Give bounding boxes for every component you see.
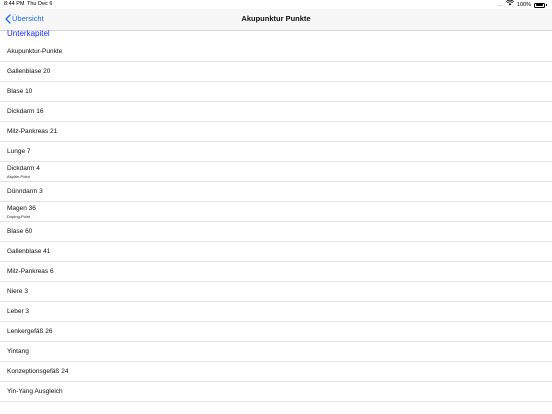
battery-tip [546, 4, 547, 6]
list-item[interactable]: Dickdarm 4 Aspirin-Point [0, 162, 552, 182]
list-item[interactable]: Lunge 7 [0, 142, 552, 162]
list-item[interactable]: Gallenblase 41 [0, 242, 552, 262]
list-item-title: Milz-Pankreas 21 [7, 128, 58, 135]
list-item-title: Gallenblase 20 [7, 68, 51, 75]
page-title: Akupunktur Punkte [241, 14, 311, 23]
list-item-title: Yin-Yang Ausgleich [7, 388, 63, 395]
list-item-title: Dickdarm 4 [7, 165, 40, 172]
list-item-title: Niere 3 [7, 288, 28, 295]
list-item-title: Yintang [7, 348, 29, 355]
status-date: Thu Dec 6 [27, 1, 53, 7]
navigation-bar: Übersicht Akupunktur Punkte [0, 9, 552, 31]
list-item[interactable]: Blase 60 [0, 222, 552, 242]
list-item[interactable]: Milz-Pankreas 6 [0, 262, 552, 282]
list-item-subtitle: Doping-Point [7, 213, 31, 219]
list-item[interactable]: Lenkergefäß 26 [0, 322, 552, 342]
chapter-list: Akupunktur-Punkte Gallenblase 20 Blase 10 D… [0, 42, 552, 402]
list-item[interactable]: Magen 36 Doping-Point [0, 202, 552, 222]
list-item[interactable]: Yintang [0, 342, 552, 362]
list-item-title: Magen 36 [7, 205, 36, 212]
list-item-title: Gallenblase 41 [7, 248, 51, 255]
list-item-title: Lunge 7 [7, 148, 31, 155]
list-item-title: Dickdarm 16 [7, 108, 44, 115]
status-time: 8:44 PM [4, 1, 25, 7]
list-item[interactable]: Konzeptionsgefäß 24 [0, 362, 552, 382]
list-item[interactable]: Akupunktur-Punkte [0, 42, 552, 62]
list-item[interactable]: Leber 3 [0, 302, 552, 322]
list-item-title: Dünndarm 3 [7, 188, 43, 195]
list-item[interactable]: Gallenblase 20 [0, 62, 552, 82]
list-item-subtitle: Aspirin-Point [7, 173, 30, 179]
list-item-title: Akupunktur-Punkte [7, 48, 63, 55]
list-item-title: Konzeptionsgefäß 24 [7, 368, 69, 375]
list-item[interactable]: Yin-Yang Ausgleich [0, 382, 552, 402]
list-item[interactable]: Niere 3 [0, 282, 552, 302]
list-item[interactable]: Dünndarm 3 [0, 182, 552, 202]
list-item[interactable]: Dickdarm 16 [0, 102, 552, 122]
section-header: Unterkapitel [7, 29, 50, 38]
list-item-title: Milz-Pankreas 6 [7, 268, 54, 275]
battery-icon [534, 2, 545, 8]
list-item[interactable]: Milz-Pankreas 21 [0, 122, 552, 142]
list-item-title: Lenkergefäß 26 [7, 328, 53, 335]
list-item[interactable]: Blase 10 [0, 82, 552, 102]
list-item-title: Leber 3 [7, 308, 30, 315]
status-bar: 8:44 PM Thu Dec 6 ..... 100% [0, 0, 552, 9]
list-item-title: Blase 60 [7, 228, 33, 235]
list-item-title: Blase 10 [7, 88, 33, 95]
